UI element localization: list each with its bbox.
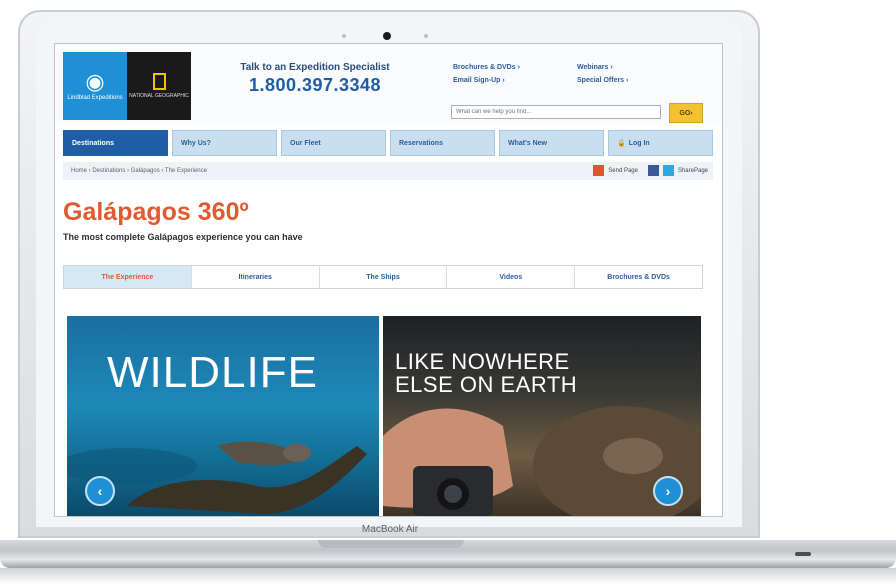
lindblad-logo-text: Lindblad Expeditions (67, 94, 123, 101)
nav-why-us[interactable]: Why Us? (172, 130, 277, 156)
device-brand-label: MacBook Air (361, 524, 419, 535)
section-tabs: The Experience Itineraries The Ships Vid… (63, 265, 703, 289)
tab-videos[interactable]: Videos (447, 266, 576, 288)
special-offers-link[interactable]: Special Offers › (577, 77, 628, 84)
carousel-next-button[interactable]: › (653, 476, 683, 506)
page-title: Galápagos 360º (63, 198, 249, 226)
camera (383, 32, 391, 40)
share-page-link[interactable]: SharePage (678, 168, 708, 174)
search-input[interactable] (451, 105, 661, 119)
webinars-link[interactable]: Webinars › (577, 64, 613, 71)
phone-number[interactable]: 1.800.397.3348 (215, 75, 415, 96)
laptop-notch (318, 540, 464, 548)
email-signup-link[interactable]: Email Sign-Up › (453, 77, 505, 84)
lindblad-logo[interactable]: ◉ Lindblad Expeditions (63, 52, 127, 120)
lock-icon: 🔒 (617, 140, 626, 147)
power-led (795, 552, 811, 556)
sensor-dot (424, 34, 428, 38)
tab-the-experience[interactable]: The Experience (64, 266, 192, 288)
natgeo-logo[interactable]: NATIONAL GEOGRAPHIC (127, 52, 191, 120)
natgeo-logo-text: NATIONAL GEOGRAPHIC (129, 93, 189, 99)
carousel-prev-button[interactable]: ‹ (85, 476, 115, 506)
email-icon[interactable] (593, 165, 605, 176)
search-go-button[interactable]: GO› (669, 103, 703, 123)
site-header: ◉ Lindblad Expeditions NATIONAL GEOGRAPH… (55, 44, 722, 124)
brochures-link[interactable]: Brochures & DVDs › (453, 64, 520, 71)
share-tools: Send Page SharePage (593, 165, 708, 176)
laptop-shadow (0, 568, 896, 584)
sensor-dot (342, 34, 346, 38)
tab-itineraries[interactable]: Itineraries (192, 266, 320, 288)
send-page-link[interactable]: Send Page (608, 168, 638, 174)
hero-wildlife-heading: WILDLIFE (107, 348, 318, 397)
tab-the-ships[interactable]: The Ships (320, 266, 448, 288)
facebook-icon[interactable] (647, 165, 659, 176)
hero-heading-line-1: LIKE NOWHERE (395, 349, 570, 374)
main-nav: Destinations Why Us? Our Fleet Reservati… (63, 130, 713, 156)
nav-our-fleet[interactable]: Our Fleet (281, 130, 386, 156)
browser-screen: ◉ Lindblad Expeditions NATIONAL GEOGRAPH… (55, 44, 722, 516)
nav-whats-new[interactable]: What's New (499, 130, 604, 156)
natgeo-yellow-frame-icon (152, 73, 166, 90)
nav-log-in[interactable]: 🔒 Log In (608, 130, 713, 156)
nav-destinations[interactable]: Destinations (63, 130, 168, 156)
hero-carousel: WILDLIFE LIKE NOWHERE ELSE ON EARTH ‹ › (67, 316, 701, 516)
hero-heading-line-2: ELSE ON EARTH (395, 372, 578, 397)
tab-brochures-dvds[interactable]: Brochures & DVDs (575, 266, 702, 288)
nav-log-in-label: Log In (628, 139, 650, 147)
hero-like-nowhere-heading: LIKE NOWHERE ELSE ON EARTH (395, 350, 577, 396)
twitter-icon[interactable] (662, 165, 674, 176)
nav-reservations[interactable]: Reservations (390, 130, 495, 156)
lindblad-logo-icon: ◉ (85, 68, 105, 94)
page-subtitle: The most complete Galápagos experience y… (63, 232, 303, 242)
talk-to-specialist-label: Talk to an Expedition Specialist (240, 62, 390, 73)
